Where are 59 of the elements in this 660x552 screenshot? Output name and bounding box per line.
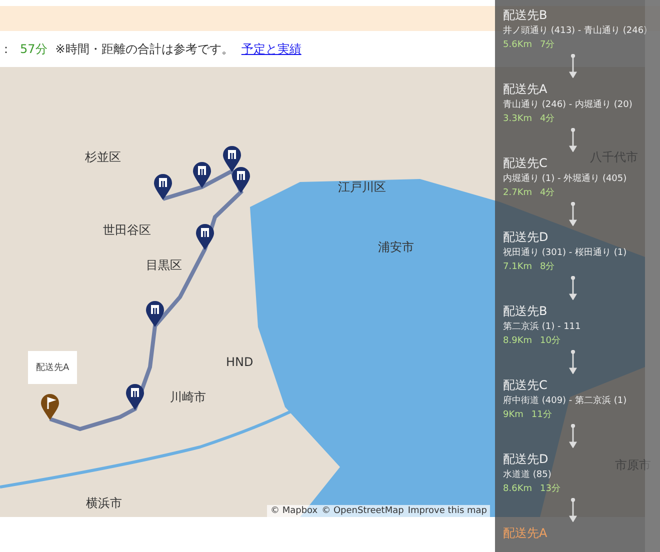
- place-label: 杉並区: [85, 149, 121, 166]
- flag-pin-icon[interactable]: [40, 393, 60, 421]
- road-names: 水道道 (85): [503, 469, 552, 481]
- down-arrow-icon: [569, 276, 577, 300]
- total-time: 57分: [20, 40, 48, 58]
- destination-name[interactable]: 配送先C: [503, 378, 548, 393]
- place-label: 浦安市: [378, 239, 414, 256]
- building-pin-icon[interactable]: [231, 166, 251, 194]
- leg-time: 4分: [540, 187, 555, 199]
- destination-name[interactable]: 配送先D: [503, 452, 548, 467]
- leg-time: 13分: [540, 483, 560, 495]
- plan-result-link[interactable]: 予定と実績: [241, 40, 302, 58]
- leg-time: 11分: [531, 409, 552, 421]
- destination-name[interactable]: 配送先D: [503, 230, 548, 245]
- building-pin-icon[interactable]: [222, 145, 242, 173]
- building-pin-icon[interactable]: [192, 161, 212, 189]
- place-label: 江戸川区: [338, 179, 386, 196]
- destination-name[interactable]: 配送先C: [503, 156, 548, 171]
- destination-name[interactable]: 配送先A: [503, 82, 548, 97]
- road-names: 第二京浜 (1) - 111: [503, 321, 582, 333]
- leg-distance: 3.3Km: [503, 113, 532, 125]
- leg-distance: 9Km: [503, 409, 524, 421]
- building-pin-icon[interactable]: [195, 223, 215, 251]
- leg-time: 4分: [540, 113, 555, 125]
- down-arrow-icon: [569, 424, 577, 448]
- down-arrow-icon: [569, 350, 577, 374]
- place-label: 川崎市: [170, 389, 206, 406]
- destination-name[interactable]: 配送先B: [503, 8, 548, 23]
- place-label: 世田谷区: [103, 222, 151, 239]
- place-label: HND: [226, 355, 254, 369]
- road-names: 井ノ頭通り (413) - 青山通り (246): [503, 25, 645, 37]
- leg-time: 7分: [540, 39, 555, 51]
- map-popup: 配送先A: [28, 351, 78, 384]
- building-pin-icon[interactable]: [125, 383, 145, 411]
- destination-name[interactable]: 配送先B: [503, 304, 548, 319]
- down-arrow-icon: [569, 498, 577, 522]
- down-arrow-icon: [569, 202, 577, 226]
- leg-distance: 5.6Km: [503, 39, 532, 51]
- road-names: 府中街道 (409) - 第二京浜 (1): [503, 395, 628, 407]
- building-pin-icon[interactable]: [145, 300, 165, 328]
- leg-time: 8分: [540, 261, 555, 273]
- leg-distance: 8.6Km: [503, 483, 532, 495]
- summary-note: ※時間・距離の合計は参考です。: [55, 40, 234, 58]
- leg-time: 10分: [540, 335, 560, 347]
- road-names: 内堀通り (1) - 外堀通り (405): [503, 173, 628, 185]
- map-attribution[interactable]: Improve this map: [408, 506, 487, 516]
- down-arrow-icon: [569, 128, 577, 152]
- place-label: 横浜市: [86, 495, 122, 512]
- road-names: 祝田通り (301) - 桜田通り (1): [503, 247, 628, 259]
- map-attribution[interactable]: © OpenStreetMap: [322, 506, 404, 516]
- map-attribution: © Mapbox: [270, 506, 318, 516]
- road-names: 青山通り (246) - 内堀通り (20): [503, 99, 634, 111]
- building-pin-icon[interactable]: [153, 173, 173, 201]
- leg-distance: 7.1Km: [503, 261, 532, 273]
- place-label: 目黒区: [146, 257, 182, 274]
- summary-prefix: ：: [0, 40, 12, 58]
- leg-distance: 8.9Km: [503, 335, 532, 347]
- down-arrow-icon: [569, 54, 577, 78]
- leg-distance: 2.7Km: [503, 187, 532, 199]
